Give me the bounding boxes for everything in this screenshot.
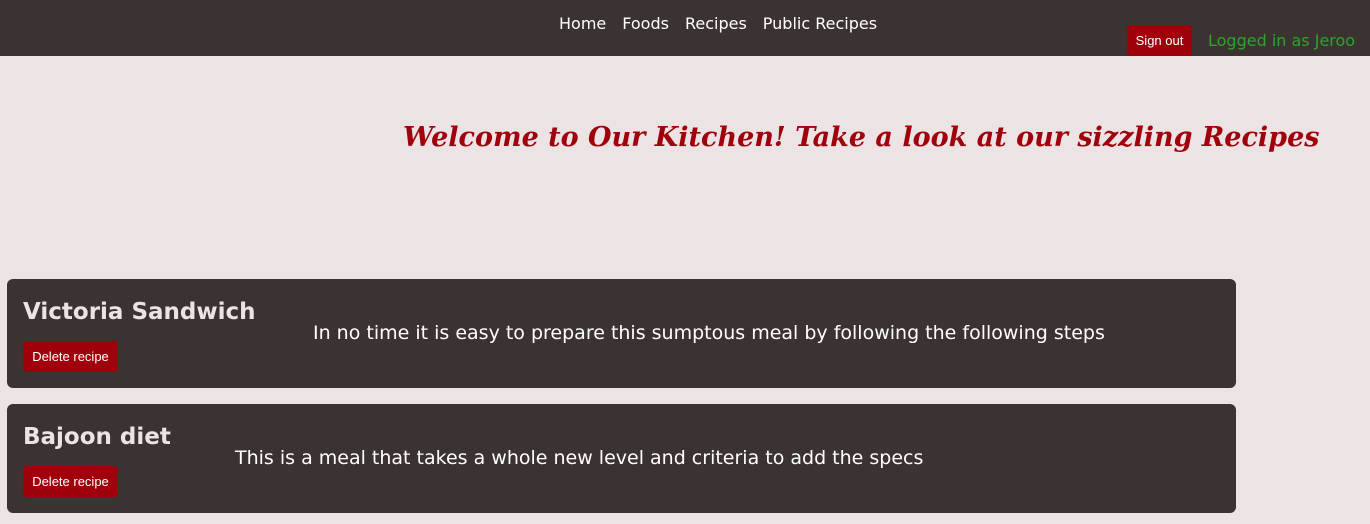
recipe-description: This is a meal that takes a whole new le… (235, 447, 924, 469)
welcome-heading: Welcome to Our Kitchen! Take a look at o… (403, 122, 1320, 153)
delete-recipe-button[interactable]: Delete recipe (23, 466, 118, 497)
recipe-card: Bajoon diet Delete recipe This is a meal… (7, 404, 1236, 513)
nav-link-home[interactable]: Home (559, 13, 606, 35)
nav-link-recipes[interactable]: Recipes (685, 13, 747, 35)
recipe-title: Victoria Sandwich (23, 299, 256, 325)
recipe-card: Victoria Sandwich Delete recipe In no ti… (7, 279, 1236, 388)
nav-link-public-recipes[interactable]: Public Recipes (763, 13, 877, 35)
recipe-description: In no time it is easy to prepare this su… (313, 322, 1105, 344)
nav-link-foods[interactable]: Foods (622, 13, 669, 35)
nav-links: Home Foods Recipes Public Recipes (559, 13, 877, 35)
recipe-title: Bajoon diet (23, 424, 171, 450)
delete-recipe-button[interactable]: Delete recipe (23, 341, 118, 372)
sign-out-button[interactable]: Sign out (1127, 25, 1192, 56)
top-navbar: Home Foods Recipes Public Recipes Sign o… (0, 0, 1370, 56)
logged-in-status: Logged in as Jeroo (1208, 31, 1356, 50)
